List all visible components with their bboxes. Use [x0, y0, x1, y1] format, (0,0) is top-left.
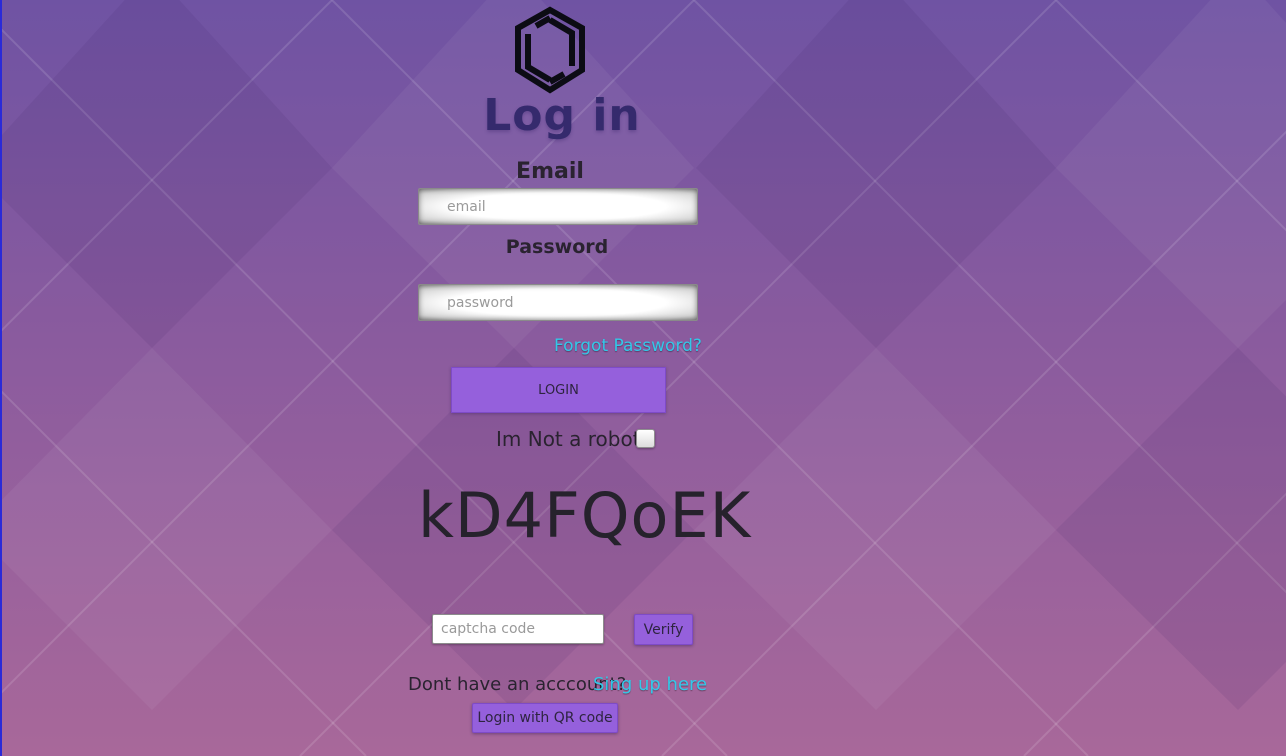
signup-prompt: Dont have an acccount?	[408, 674, 627, 695]
email-field[interactable]	[418, 188, 698, 225]
qr-login-button[interactable]: Login with QR code	[472, 703, 618, 733]
forgot-password-link[interactable]: Forgot Password?	[554, 334, 714, 358]
verify-button-label: Verify	[643, 621, 684, 638]
password-field[interactable]	[418, 284, 698, 321]
password-label: Password	[505, 236, 609, 258]
login-button-label: LOGIN	[538, 382, 579, 398]
verify-button[interactable]: Verify	[634, 614, 693, 645]
captcha-code: kD4FQoEK	[418, 479, 752, 552]
robot-checkbox[interactable]	[636, 429, 655, 448]
email-label: Email	[516, 159, 584, 184]
robot-check-label: Im Not a robot	[496, 427, 641, 451]
qr-login-button-label: Login with QR code	[477, 710, 613, 726]
signup-link[interactable]: Sing up here	[593, 672, 713, 698]
captcha-input[interactable]	[432, 614, 604, 644]
login-button[interactable]: LOGIN	[451, 367, 666, 413]
hexagon-logo-icon	[512, 6, 588, 94]
page-title: Log in	[483, 90, 641, 141]
